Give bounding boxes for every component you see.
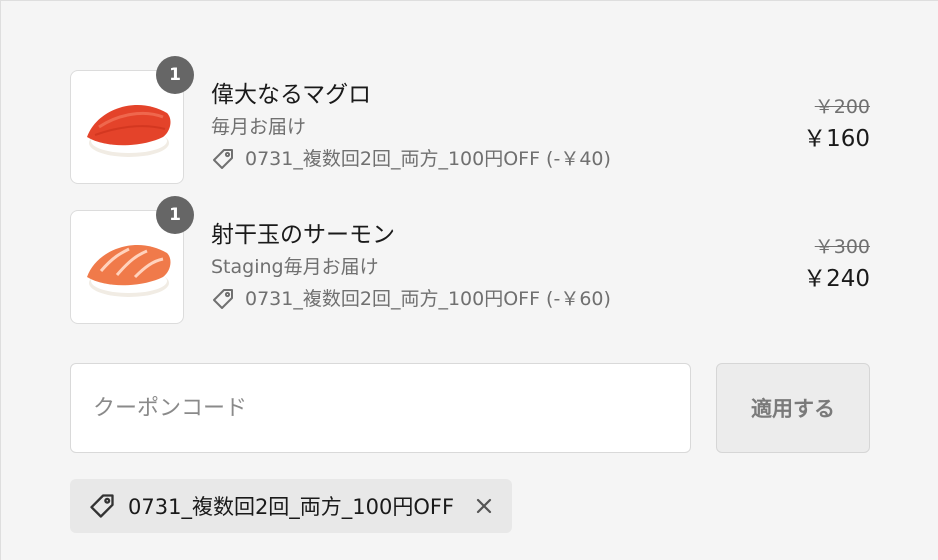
quantity-badge: 1 (156, 56, 194, 94)
item-discount: 0731_複数回2回_両方_100円OFF (-￥60) (211, 284, 731, 314)
tag-icon (88, 492, 116, 520)
quantity-badge: 1 (156, 196, 194, 234)
item-discount: 0731_複数回2回_両方_100円OFF (-￥40) (211, 144, 731, 174)
product-variant: 毎月お届け (211, 116, 307, 138)
final-price: ￥160 (803, 126, 870, 152)
tag-icon (211, 287, 235, 311)
discount-label: 0731_複数回2回_両方_100円OFF (-￥40) (245, 148, 611, 170)
product-title: 偉大なるマグロ (211, 82, 372, 108)
applied-coupon-chip: 0731_複数回2回_両方_100円OFF (70, 479, 513, 533)
original-price: ￥200 (814, 96, 870, 118)
line-item-info: 射干玉のサーモン Staging毎月お届け 0731_複数回2回_両方_100円… (211, 218, 731, 314)
top-divider (0, 0, 938, 1)
coupon-form: 適用する (70, 363, 870, 453)
product-variant: Staging毎月お届け (211, 256, 379, 278)
discount-label: 0731_複数回2回_両方_100円OFF (-￥60) (245, 288, 611, 310)
final-price: ￥240 (803, 266, 870, 292)
price-column: ￥200 ￥160 (803, 92, 870, 156)
apply-coupon-button[interactable]: 適用する (716, 363, 870, 453)
product-title: 射干玉のサーモン (211, 222, 395, 248)
applied-coupon-code: 0731_複数回2回_両方_100円OFF (128, 495, 455, 519)
original-price: ￥300 (814, 236, 870, 258)
close-icon[interactable] (472, 494, 496, 518)
left-divider (0, 0, 1, 560)
tuna-nigiri-image (87, 104, 171, 157)
line-item: 1 射干玉のサーモン Staging毎月お届け 0731_複数回2回_両方_10… (70, 196, 870, 326)
price-column: ￥300 ￥240 (803, 232, 870, 296)
tag-icon (211, 147, 235, 171)
coupon-code-input[interactable] (70, 363, 691, 453)
line-item-info: 偉大なるマグロ 毎月お届け 0731_複数回2回_両方_100円OFF (-￥4… (211, 78, 731, 174)
line-item: 1 偉大なるマグロ 毎月お届け 0731_複数回2回_両方_100円OFF (-… (70, 56, 870, 186)
salmon-nigiri-image (87, 244, 171, 297)
